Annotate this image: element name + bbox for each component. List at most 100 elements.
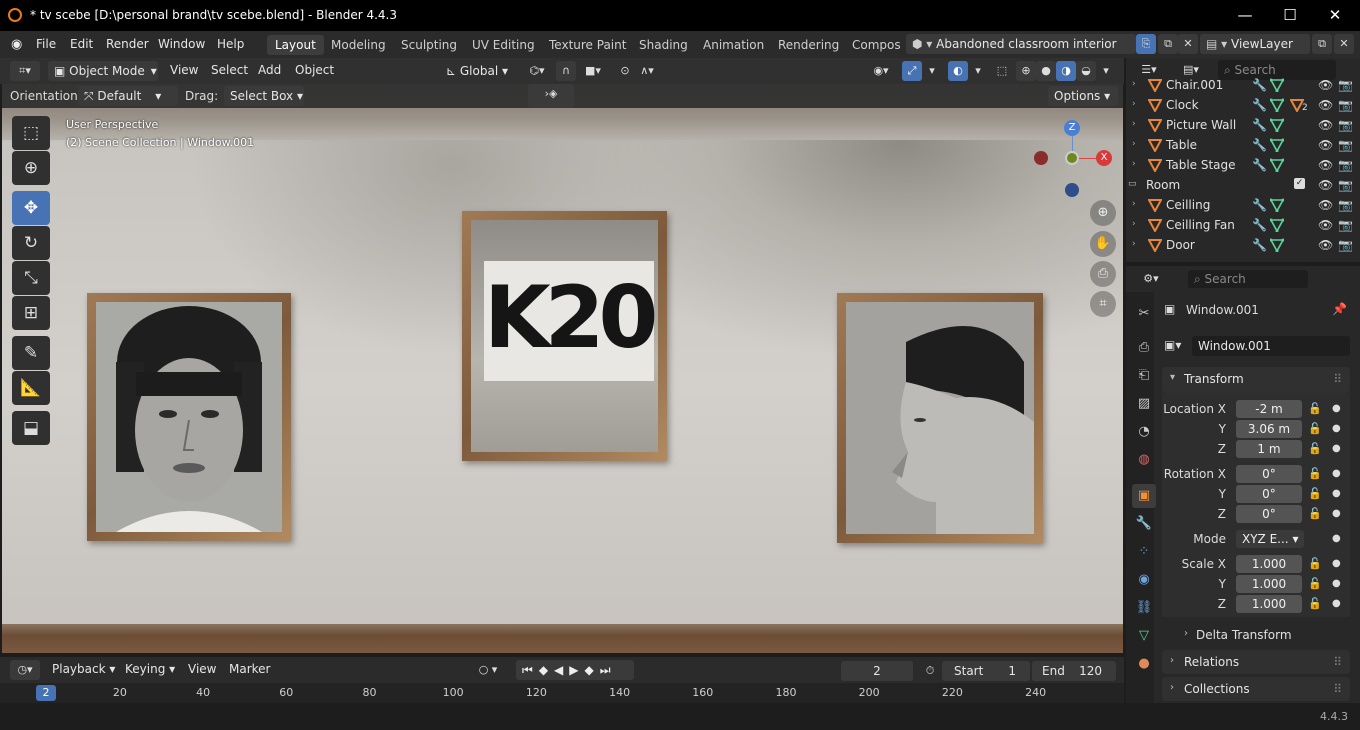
play-reverse-icon[interactable]: ◀ bbox=[554, 663, 569, 677]
ortho-grid-icon[interactable]: ⌗ bbox=[1090, 291, 1116, 317]
lock-icon[interactable]: 🔓 bbox=[1308, 557, 1322, 570]
material-tab-icon[interactable]: ● bbox=[1132, 652, 1156, 676]
tab-layout[interactable]: Layout bbox=[267, 35, 324, 55]
camera-icon[interactable]: 📷 bbox=[1338, 98, 1353, 112]
chevron-right-icon[interactable]: › bbox=[1132, 79, 1136, 89]
menu-render[interactable]: Render bbox=[106, 37, 149, 51]
picture-frame-right[interactable] bbox=[837, 293, 1043, 543]
view-layer-selector[interactable]: ▤ ▾ ViewLayer bbox=[1200, 34, 1310, 54]
menu-file[interactable]: File bbox=[36, 37, 56, 51]
lock-icon[interactable]: 🔓 bbox=[1308, 487, 1322, 500]
outliner-collection-row[interactable]: ▭ Room ✓ 👁 📷 bbox=[1126, 176, 1360, 196]
jump-start-icon[interactable]: ⏮ bbox=[522, 663, 539, 677]
lock-icon[interactable]: 🔓 bbox=[1308, 577, 1322, 590]
location-y-field[interactable]: 3.06 m bbox=[1236, 420, 1302, 438]
lock-icon[interactable]: 🔓 bbox=[1308, 507, 1322, 520]
transform-panel-header[interactable]: ▾ Transform ⠿ bbox=[1162, 367, 1350, 393]
keyframe-dot-icon[interactable]: ● bbox=[1332, 578, 1341, 589]
location-x-field[interactable]: -2 m bbox=[1236, 400, 1302, 418]
location-z-field[interactable]: 1 m bbox=[1236, 440, 1302, 458]
outliner-object-row[interactable]: › Ceilling 🔧 👁 📷 bbox=[1126, 196, 1360, 216]
chevron-right-icon[interactable]: › bbox=[1132, 119, 1136, 129]
lock-icon[interactable]: 🔓 bbox=[1308, 467, 1322, 480]
next-keyframe-icon[interactable]: ◆ bbox=[585, 663, 600, 677]
object-name-field[interactable]: Window.001 bbox=[1192, 336, 1350, 356]
eye-icon[interactable]: 👁 bbox=[1318, 238, 1333, 252]
timeline-editor-type-icon[interactable]: ◷▾ bbox=[10, 660, 40, 680]
keyframe-dot-icon[interactable]: ● bbox=[1332, 403, 1341, 414]
outliner-object-row[interactable]: › Table Stage 🔧 👁 📷 bbox=[1126, 156, 1360, 176]
current-frame-field[interactable]: 2 bbox=[841, 661, 913, 681]
pan-hand-icon[interactable]: ✋ bbox=[1090, 231, 1116, 257]
eye-icon[interactable]: 👁 bbox=[1318, 138, 1333, 152]
tab-rendering[interactable]: Rendering bbox=[770, 35, 847, 55]
rotate-tool-icon[interactable]: ↻ bbox=[12, 226, 50, 260]
collections-panel-header[interactable]: › Collections ⠿ bbox=[1162, 677, 1350, 701]
keyframe-dot-icon[interactable]: ● bbox=[1332, 558, 1341, 569]
object-tab-icon[interactable]: ▣ bbox=[1132, 484, 1156, 508]
pin-scene-icon[interactable]: ⎘ bbox=[1136, 34, 1156, 54]
new-view-layer-icon[interactable]: ⧉ bbox=[1312, 34, 1332, 54]
editor-type-icon[interactable]: ⌗▾ bbox=[10, 61, 40, 81]
lock-icon[interactable]: 🔓 bbox=[1308, 422, 1322, 435]
tool-tab-icon[interactable]: ✂ bbox=[1132, 302, 1156, 326]
options-dropdown[interactable]: Options ▾ bbox=[1048, 86, 1118, 106]
outliner-object-row[interactable]: › Picture Wall 🔧 👁 📷 bbox=[1126, 116, 1360, 136]
playhead[interactable]: 2 bbox=[36, 685, 56, 701]
outliner-object-row[interactable]: › Door 🔧 👁 📷 bbox=[1126, 236, 1360, 256]
modifier-icon[interactable]: 🔧 bbox=[1252, 198, 1267, 212]
pivot-point-icon[interactable]: ⌬▾ bbox=[522, 61, 552, 81]
modifier-tab-icon[interactable]: 🔧 bbox=[1132, 512, 1156, 536]
chevron-right-icon[interactable]: › bbox=[1132, 219, 1136, 229]
picture-frame-left[interactable] bbox=[87, 293, 291, 541]
eye-icon[interactable]: 👁 bbox=[1318, 118, 1333, 132]
asset-shelf-icon[interactable]: ›◈ bbox=[528, 84, 574, 108]
keyframe-dot-icon[interactable]: ● bbox=[1332, 508, 1341, 519]
viewport-menu-view[interactable]: View bbox=[170, 63, 198, 77]
cursor-tool-icon[interactable]: ⊕ bbox=[12, 151, 50, 185]
transform-tool-icon[interactable]: ⊞ bbox=[12, 296, 50, 330]
gizmo-x-ball[interactable]: X bbox=[1096, 150, 1112, 166]
drag-handle-icon[interactable]: ⠿ bbox=[1333, 655, 1342, 669]
keyframe-dot-icon[interactable]: ● bbox=[1332, 443, 1341, 454]
play-icon[interactable]: ▶ bbox=[569, 663, 584, 677]
tab-texture-paint[interactable]: Texture Paint bbox=[541, 35, 634, 55]
camera-icon[interactable]: 📷 bbox=[1338, 238, 1353, 252]
eye-icon[interactable]: 👁 bbox=[1318, 78, 1333, 92]
properties-editor-type-icon[interactable]: ⚙▾ bbox=[1136, 269, 1166, 289]
mesh-data-icon[interactable] bbox=[1269, 138, 1285, 155]
data-tab-icon[interactable]: ▽ bbox=[1132, 624, 1156, 648]
falloff-icon[interactable]: ∧▾ bbox=[637, 61, 657, 81]
picture-frame-center[interactable]: K20 bbox=[462, 211, 667, 461]
gizmo-neg-z-ball[interactable] bbox=[1065, 183, 1079, 197]
move-tool-icon[interactable]: ✥ bbox=[12, 191, 50, 225]
measure-tool-icon[interactable]: 📐 bbox=[12, 371, 50, 405]
constraints-tab-icon[interactable]: ⛓ bbox=[1132, 596, 1156, 620]
mesh-data-icon[interactable] bbox=[1269, 78, 1285, 95]
3d-viewport[interactable]: Orientation: ⤧ Default ▾ Drag: Select Box… bbox=[2, 84, 1123, 653]
scene-tab-icon[interactable]: ◔ bbox=[1132, 420, 1156, 444]
snap-toggle-icon[interactable]: ∩ bbox=[556, 61, 576, 81]
navigation-gizmo[interactable]: Z X bbox=[1032, 118, 1122, 208]
drag-handle-icon[interactable]: ⠿ bbox=[1333, 682, 1342, 696]
camera-icon[interactable]: 📷 bbox=[1338, 78, 1353, 92]
physics-tab-icon[interactable]: ◉ bbox=[1132, 568, 1156, 592]
rotation-mode-dropdown[interactable]: XYZ E... ▾ bbox=[1236, 530, 1304, 548]
particles-tab-icon[interactable]: ⁘ bbox=[1132, 540, 1156, 564]
playback-controls[interactable]: ⏮◆◀▶◆⏭ bbox=[516, 660, 634, 680]
menu-window[interactable]: Window bbox=[158, 37, 205, 51]
keyframe-dot-icon[interactable]: ● bbox=[1332, 488, 1341, 499]
gizmo-z-ball[interactable]: Z bbox=[1064, 120, 1080, 136]
scale-x-field[interactable]: 1.000 bbox=[1236, 555, 1302, 573]
drag-handle-icon[interactable]: ⠿ bbox=[1333, 372, 1342, 386]
render-tab-icon[interactable]: ⎙ bbox=[1132, 336, 1156, 360]
scale-z-field[interactable]: 1.000 bbox=[1236, 595, 1302, 613]
lock-icon[interactable]: 🔓 bbox=[1308, 597, 1322, 610]
minimize-button[interactable]: — bbox=[1222, 0, 1268, 31]
gizmo-dropdown-icon[interactable]: ▾ bbox=[922, 61, 942, 81]
mesh-data-icon[interactable] bbox=[1269, 238, 1285, 255]
view-layer-tab-icon[interactable]: ▨ bbox=[1132, 392, 1156, 416]
wireframe-shading-icon[interactable]: ⊕ bbox=[1016, 61, 1036, 81]
auto-keying-icon[interactable]: ○ ▾ bbox=[470, 660, 506, 680]
camera-icon[interactable]: 📷 bbox=[1338, 198, 1353, 212]
